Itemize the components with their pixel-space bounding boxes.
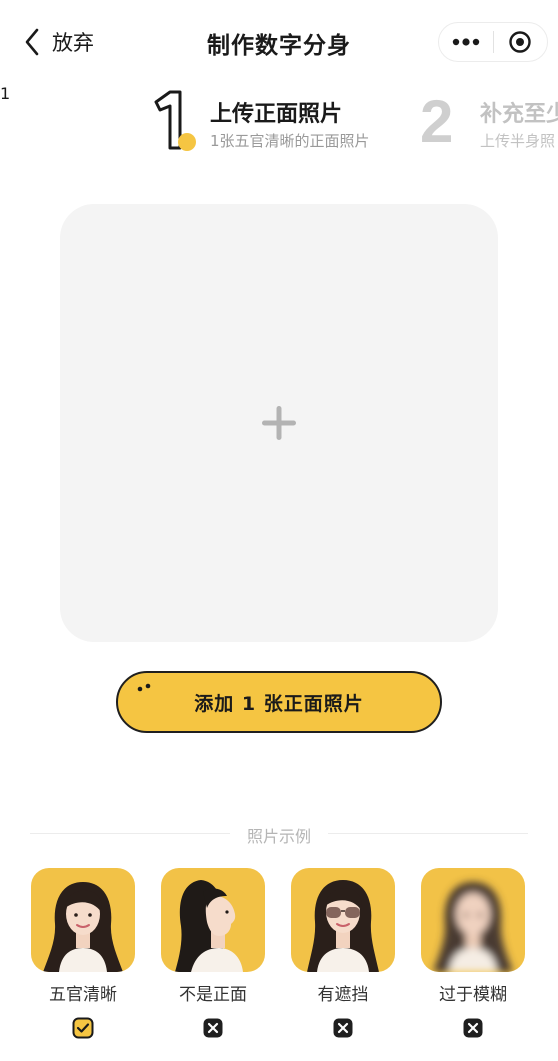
example-item-obstructed: 有遮挡	[291, 868, 395, 1039]
cross-icon	[333, 1018, 353, 1038]
example-photo-profile	[161, 868, 265, 972]
step-indicator: 1 上传正面照片 1张五官清晰的正面照片 2 补充至少 上传半身照	[0, 84, 558, 168]
example-caption: 五官清晰	[49, 985, 117, 1005]
step-1-number-icon	[154, 90, 196, 151]
examples-divider: 照片示例	[30, 820, 528, 846]
check-icon	[72, 1017, 94, 1039]
top-bar: 放弃 制作数字分身	[0, 0, 558, 84]
example-item-profile: 不是正面	[161, 868, 265, 1039]
close-program-button[interactable]	[493, 23, 547, 61]
example-caption: 不是正面	[179, 985, 247, 1005]
example-photo-blurry	[421, 868, 525, 972]
cross-icon	[203, 1018, 223, 1038]
step-1-title: 上传正面照片	[210, 102, 343, 127]
example-caption: 有遮挡	[317, 985, 369, 1005]
example-caption: 过于模糊	[439, 985, 507, 1005]
eyes-decoration-icon	[137, 683, 151, 692]
chevron-left-icon	[25, 28, 39, 56]
mini-program-capsule	[438, 22, 548, 62]
more-button[interactable]	[439, 23, 493, 61]
add-photo-button[interactable]: 添加 1 张正面照片	[116, 671, 442, 733]
add-photo-button-label: 添加 1 张正面照片	[194, 692, 364, 715]
back-button[interactable]: 放弃	[24, 24, 94, 60]
example-photo-obstructed	[291, 868, 395, 972]
target-circle-icon	[509, 31, 531, 53]
example-photo-clear	[31, 868, 135, 972]
more-dots-icon	[452, 38, 479, 46]
example-item-blurry: 过于模糊	[421, 868, 525, 1039]
back-label: 放弃	[52, 31, 94, 55]
step-2-title: 补充至少	[480, 102, 558, 127]
example-item-clear: 五官清晰	[31, 868, 135, 1039]
step-2-subtitle: 上传半身照	[480, 132, 556, 150]
divider-line-right	[328, 833, 528, 834]
step-1-subtitle: 1张五官清晰的正面照片	[210, 132, 370, 150]
plus-icon	[262, 406, 296, 440]
cross-icon	[463, 1018, 483, 1038]
photo-upload-area[interactable]	[60, 204, 498, 642]
step-2-number: 2	[420, 88, 454, 155]
examples-label: 照片示例	[246, 827, 311, 846]
